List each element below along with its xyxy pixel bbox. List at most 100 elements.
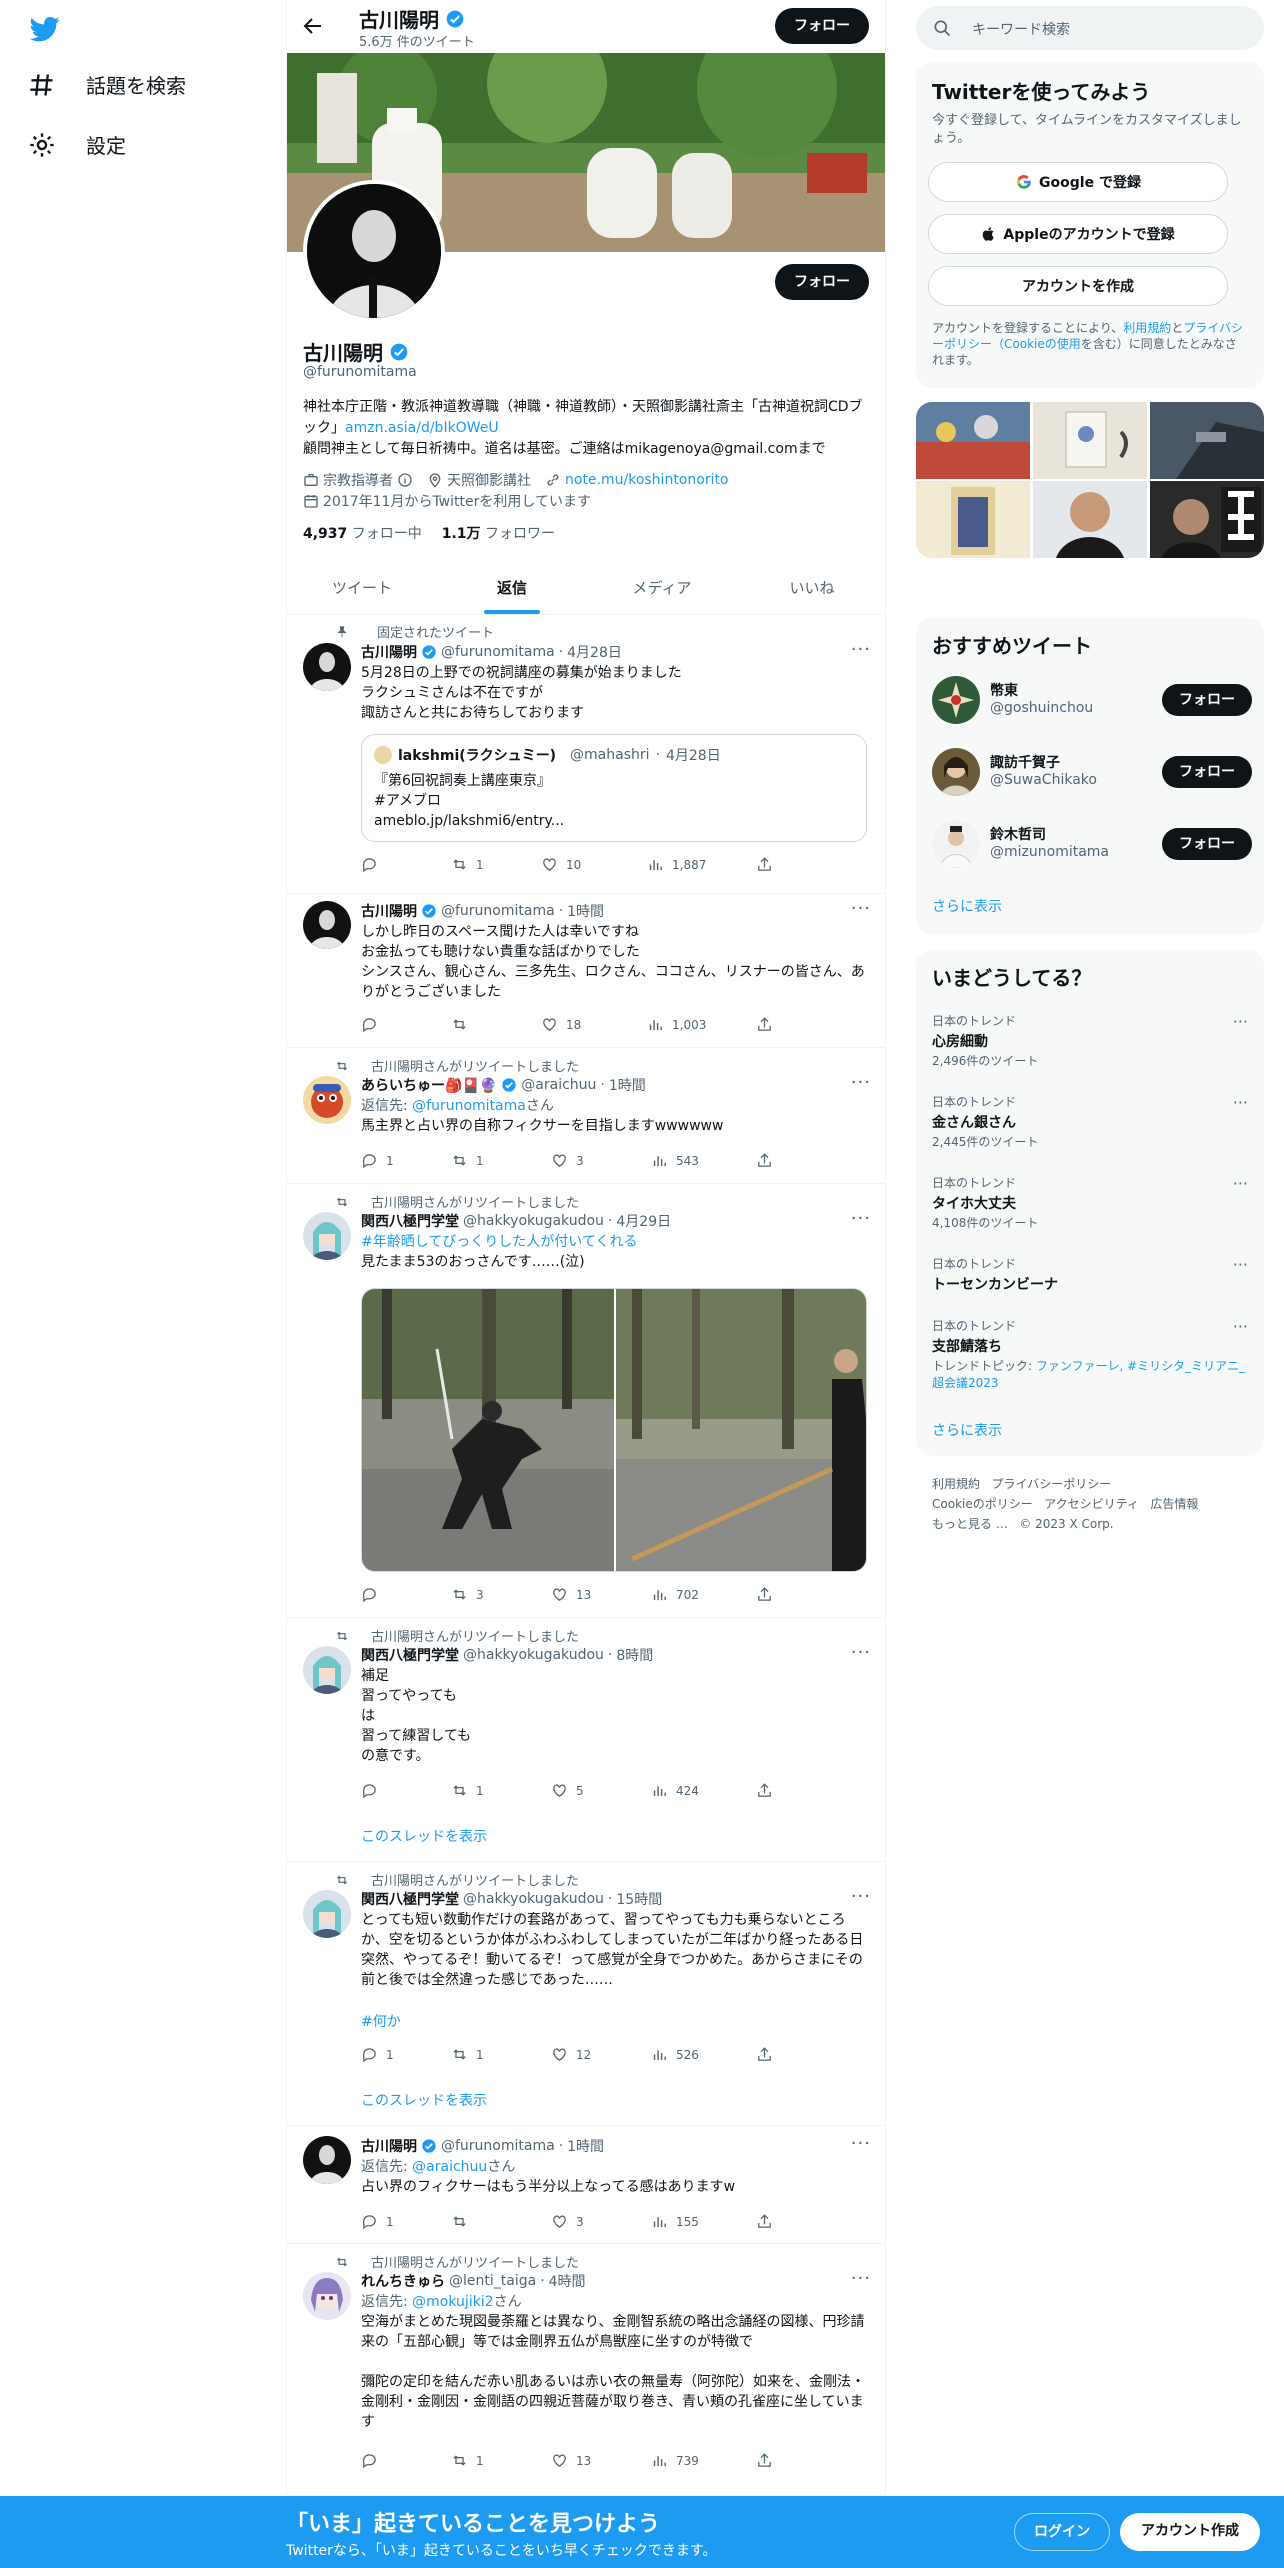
share-button[interactable] bbox=[756, 1586, 773, 1603]
bio-link[interactable]: amzn.asia/d/bIkOWeU bbox=[345, 420, 499, 436]
hashtag-link[interactable]: #何か bbox=[361, 2012, 871, 2032]
profile-avatar[interactable] bbox=[303, 180, 445, 322]
social-context[interactable]: 古川陽明さんがリツイートしました bbox=[371, 1192, 579, 1211]
views-button[interactable]: 739 bbox=[651, 2452, 699, 2469]
follow-button[interactable]: フォロー bbox=[1162, 828, 1252, 860]
author-name[interactable]: 古川陽明 bbox=[361, 2136, 417, 2156]
reply-button[interactable] bbox=[361, 1016, 386, 1033]
footer-terms[interactable]: 利用規約 bbox=[932, 1477, 980, 1491]
author-name[interactable]: あらいちゅー🎒🎴🔮 bbox=[361, 1075, 497, 1095]
views-button[interactable]: 424 bbox=[651, 1782, 699, 1799]
views-button[interactable]: 702 bbox=[651, 1586, 699, 1603]
more-icon[interactable]: ··· bbox=[851, 639, 871, 660]
social-context[interactable]: 古川陽明さんがリツイートしました bbox=[371, 1056, 579, 1075]
footer-cookie[interactable]: Cookieのポリシー bbox=[932, 1497, 1033, 1511]
recommended-user[interactable]: 幣東 @goshuinchou フォロー bbox=[932, 674, 1252, 726]
tweet-avatar[interactable] bbox=[303, 1646, 351, 1694]
author-name[interactable]: 古川陽明 bbox=[361, 642, 417, 662]
follow-button[interactable]: フォロー bbox=[1162, 684, 1252, 716]
more-icon[interactable]: ··· bbox=[851, 2268, 871, 2289]
google-signup-button[interactable]: Google で登録 bbox=[928, 162, 1228, 202]
share-button[interactable] bbox=[756, 2452, 773, 2469]
tweet[interactable]: 古川陽明さんがリツイートしました 関西八極門学堂 @hakkyokugakudo… bbox=[287, 1618, 885, 1862]
share-button[interactable] bbox=[756, 856, 773, 873]
show-more-link[interactable]: さらに表示 bbox=[932, 896, 1002, 916]
share-button[interactable] bbox=[756, 2046, 773, 2063]
retweet-button[interactable]: 1 bbox=[451, 856, 484, 873]
nav-settings[interactable]: 設定 bbox=[28, 130, 126, 159]
views-button[interactable]: 1,887 bbox=[647, 856, 706, 873]
hashtag-text[interactable]: #何か bbox=[361, 2014, 401, 2030]
retweet-button[interactable]: 1 bbox=[451, 1782, 484, 1799]
tweet-avatar[interactable] bbox=[303, 1076, 351, 1124]
media-grid[interactable] bbox=[916, 402, 1264, 558]
tab-replies[interactable]: 返信 bbox=[437, 562, 587, 614]
more-icon[interactable]: ··· bbox=[851, 1886, 871, 1907]
show-thread-link[interactable]: このスレッドを表示 bbox=[361, 2090, 487, 2110]
like-button[interactable]: 13 bbox=[551, 1586, 591, 1603]
nav-explore[interactable]: 話題を検索 bbox=[28, 70, 186, 99]
trend-item[interactable]: 日本のトレンド 心房細動 2,496件のツイート ··· bbox=[932, 1012, 1248, 1070]
tweet-time[interactable]: 15時間 bbox=[616, 1889, 662, 1909]
more-icon[interactable]: ··· bbox=[851, 898, 871, 919]
reply-button[interactable] bbox=[361, 856, 386, 873]
header-follow-button[interactable]: フォロー bbox=[775, 8, 869, 44]
follow-button[interactable]: フォロー bbox=[775, 264, 869, 300]
tweet-avatar[interactable] bbox=[303, 1212, 351, 1260]
reply-to-handle[interactable]: @araichuu bbox=[412, 2159, 487, 2175]
tweet[interactable]: 古川陽明さんがリツイートしました 関西八極門学堂 @hakkyokugakudo… bbox=[287, 1862, 885, 2126]
hashtag-link[interactable]: #年齢晒してびっくりした人が付いてくれる bbox=[361, 1232, 871, 1252]
footer-accessibility[interactable]: アクセシビリティ bbox=[1044, 1497, 1139, 1511]
social-context[interactable]: 古川陽明さんがリツイートしました bbox=[371, 1626, 579, 1645]
tweet-time[interactable]: 1時間 bbox=[567, 901, 604, 921]
tweet[interactable]: 古川陽明 @furunomitama · 1時間 ··· しかし昨日のスペース聞けた… bbox=[287, 894, 885, 1048]
info-icon[interactable] bbox=[397, 472, 413, 488]
tweet[interactable]: 古川陽明さんがリツイートしました 関西八極門学堂 @hakkyokugakudo… bbox=[287, 1184, 885, 1618]
share-button[interactable] bbox=[756, 2213, 773, 2230]
hashtag-text[interactable]: #年齢晒してびっくりした人が付いてくれる bbox=[361, 1234, 637, 1250]
reply-button[interactable]: 1 bbox=[361, 2046, 394, 2063]
reply-to-handle[interactable]: @mokujiki2 bbox=[412, 2294, 493, 2310]
trend-item[interactable]: 日本のトレンド 支部鯖落ち トレンドトピック: ファンファーレ, #ミリシタ_ミ… bbox=[932, 1317, 1248, 1392]
like-button[interactable]: 10 bbox=[541, 856, 581, 873]
retweet-button[interactable]: 1 bbox=[451, 2452, 484, 2469]
tweet-media[interactable] bbox=[361, 1288, 867, 1572]
tweet-avatar[interactable] bbox=[303, 901, 351, 949]
more-icon[interactable]: ··· bbox=[1233, 1012, 1248, 1031]
cookie-link[interactable]: （Cookieの使用 bbox=[992, 337, 1081, 351]
author-name[interactable]: 関西八極門学堂 bbox=[361, 1645, 459, 1665]
tweet-time[interactable]: 4月28日 bbox=[567, 642, 622, 662]
reply-button[interactable] bbox=[361, 2452, 386, 2469]
trends-show-more[interactable]: さらに表示 bbox=[932, 1420, 1002, 1440]
tab-likes[interactable]: いいね bbox=[737, 562, 885, 614]
profile-website[interactable]: note.mu/koshintonorito bbox=[545, 472, 729, 488]
reply-button[interactable]: 1 bbox=[361, 1152, 394, 1169]
retweet-button[interactable]: 1 bbox=[451, 2046, 484, 2063]
terms-link[interactable]: 利用規約 bbox=[1123, 321, 1171, 335]
apple-signup-button[interactable]: Appleのアカウントで登録 bbox=[928, 214, 1228, 254]
author-name[interactable]: れんちきゅら bbox=[361, 2271, 445, 2291]
more-icon[interactable]: ··· bbox=[851, 2133, 871, 2154]
website-link[interactable]: note.mu/koshintonorito bbox=[565, 472, 729, 488]
more-icon[interactable]: ··· bbox=[1233, 1093, 1248, 1112]
followers-link[interactable]: 1.1万 フォロワー bbox=[442, 523, 555, 543]
like-button[interactable]: 5 bbox=[551, 1782, 584, 1799]
views-button[interactable]: 543 bbox=[651, 1152, 699, 1169]
login-button[interactable]: ログイン bbox=[1014, 2513, 1110, 2551]
create-account-button[interactable]: アカウントを作成 bbox=[928, 266, 1228, 306]
author-name[interactable]: 関西八極門学堂 bbox=[361, 1211, 459, 1231]
tweet-avatar[interactable] bbox=[303, 643, 351, 691]
tweet[interactable]: 古川陽明 @furunomitama · 1時間 ··· 返信先: @araichu… bbox=[287, 2126, 885, 2244]
more-icon[interactable]: ··· bbox=[851, 1072, 871, 1093]
more-icon[interactable]: ··· bbox=[1233, 1255, 1248, 1274]
tweet-avatar[interactable] bbox=[303, 1890, 351, 1938]
search-input[interactable]: キーワード検索 bbox=[916, 6, 1264, 50]
recommended-user[interactable]: 鈴木哲司 @mizunomitama フォロー bbox=[932, 818, 1252, 870]
retweet-button[interactable]: 3 bbox=[451, 1586, 484, 1603]
reply-button[interactable] bbox=[361, 1586, 386, 1603]
signup-button[interactable]: アカウント作成 bbox=[1120, 2513, 1260, 2551]
tweet[interactable]: 固定されたツイート 古川陽明 @furunomitama · 4月28日 ··· 5… bbox=[287, 615, 885, 894]
views-button[interactable]: 1,003 bbox=[647, 1016, 706, 1033]
retweet-button[interactable] bbox=[451, 1016, 476, 1033]
share-button[interactable] bbox=[756, 1152, 773, 1169]
